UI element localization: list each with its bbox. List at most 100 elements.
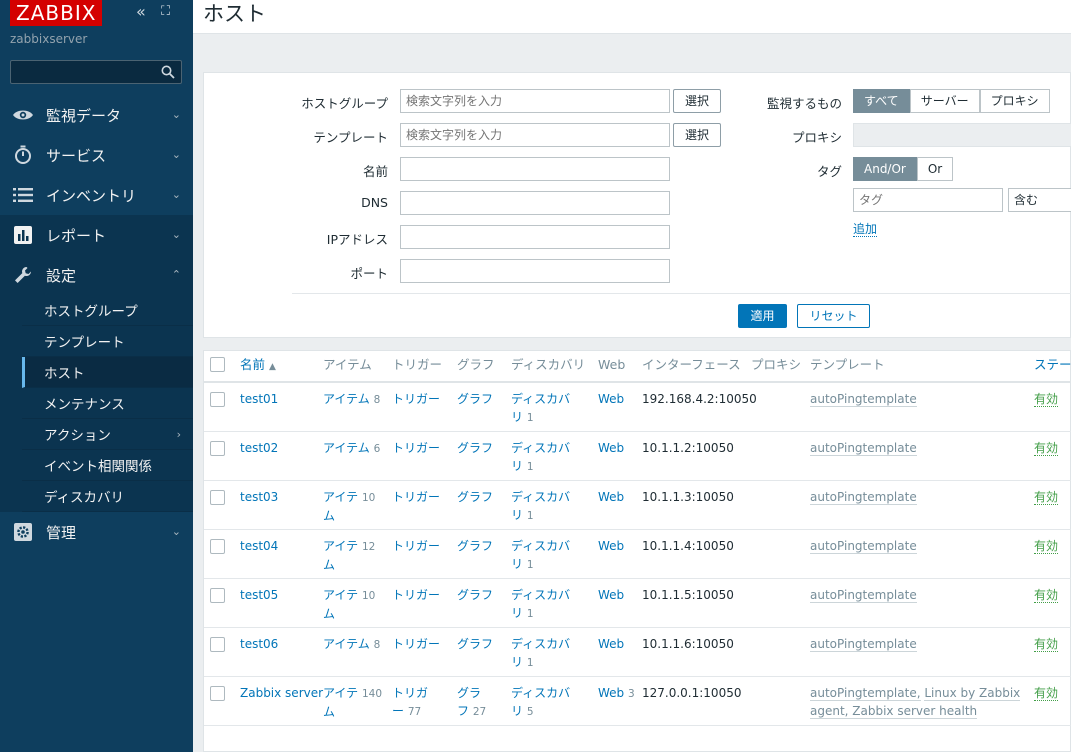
status-badge[interactable]: 有効 xyxy=(1034,392,1059,407)
submenu-item-event-correlation[interactable]: イベント相関関係 xyxy=(22,450,193,481)
menu-item-inventory[interactable]: インベントリ ⌄ xyxy=(0,175,193,215)
host-group-select-button[interactable]: 選択 xyxy=(673,89,721,113)
discovery-link[interactable]: ディスカバ xyxy=(511,588,570,602)
menu-item-configuration[interactable]: 設定 ⌃ xyxy=(0,255,193,295)
items-link[interactable]: アイテム 6 xyxy=(323,441,380,455)
kiosk-mode-icon[interactable]: ⛶ xyxy=(161,4,170,20)
select-all-checkbox[interactable] xyxy=(210,357,225,372)
triggers-link[interactable]: トリガー xyxy=(392,637,440,651)
status-badge[interactable]: 有効 xyxy=(1034,441,1059,456)
triggers-link[interactable]: トリガー xyxy=(392,441,440,455)
items-link[interactable]: アイテ 10 xyxy=(323,490,375,504)
monitored-by-server[interactable]: サーバー xyxy=(909,89,980,113)
web-link[interactable]: Web xyxy=(598,441,624,455)
host-group-input[interactable] xyxy=(400,89,670,113)
graphs-link[interactable]: グラ xyxy=(457,686,481,700)
items-link[interactable]: アイテ 140 xyxy=(323,686,382,700)
discovery-link[interactable]: ディスカバ xyxy=(511,686,570,700)
menu-item-reports[interactable]: レポート ⌄ xyxy=(0,215,193,255)
menu-item-monitoring[interactable]: 監視データ ⌄ xyxy=(0,95,193,135)
web-link[interactable]: Web xyxy=(598,588,624,602)
port-input[interactable] xyxy=(400,259,670,283)
template-link[interactable]: autoPingtemplate xyxy=(810,637,917,652)
apply-button[interactable]: 適用 xyxy=(738,304,787,328)
status-badge[interactable]: 有効 xyxy=(1034,490,1059,505)
web-link[interactable]: Web xyxy=(598,686,624,700)
items-link[interactable]: アイテ 12 xyxy=(323,539,375,553)
template-link[interactable]: autoPingtemplate xyxy=(810,588,917,603)
host-name-link[interactable]: test03 xyxy=(240,490,278,504)
template-link[interactable]: autoPingtemplate xyxy=(810,490,917,505)
discovery-link[interactable]: ディスカバ xyxy=(511,441,570,455)
proxy-field[interactable] xyxy=(853,123,1071,147)
status-badge[interactable]: 有効 xyxy=(1034,588,1059,603)
template-link[interactable]: autoPingtemplate xyxy=(810,539,917,554)
discovery-link[interactable]: ディスカバ xyxy=(511,637,570,651)
tag-operator-select[interactable]: 含む xyxy=(1008,188,1071,212)
header-name[interactable]: 名前 ▲ xyxy=(240,351,276,381)
status-badge[interactable]: 有効 xyxy=(1034,539,1059,554)
submenu-item-hosts[interactable]: ホスト xyxy=(22,357,193,388)
triggers-link[interactable]: トリガ xyxy=(392,686,428,700)
menu-item-administration[interactable]: 管理 ⌄ xyxy=(0,512,193,552)
web-link[interactable]: Web xyxy=(598,490,624,504)
tag-name-input[interactable] xyxy=(853,188,1003,212)
graphs-link[interactable]: グラフ xyxy=(457,637,493,651)
host-name-link[interactable]: test01 xyxy=(240,392,278,406)
web-link[interactable]: Web xyxy=(598,637,624,651)
template-link[interactable]: Linux by Zabbix xyxy=(924,686,1021,701)
submenu-item-maintenance[interactable]: メンテナンス xyxy=(22,388,193,419)
triggers-link[interactable]: トリガー xyxy=(392,392,440,406)
web-link[interactable]: Web xyxy=(598,392,624,406)
template-link[interactable]: autoPingtemplate, xyxy=(810,686,921,701)
zabbix-logo[interactable]: ZABBIX xyxy=(10,0,103,26)
graphs-link[interactable]: グラフ xyxy=(457,588,493,602)
name-input[interactable] xyxy=(400,157,670,181)
row-checkbox[interactable] xyxy=(210,539,225,554)
template-link[interactable]: agent, Zabbix server health xyxy=(810,704,978,719)
add-tag-link[interactable]: 追加 xyxy=(853,222,878,237)
submenu-item-host-groups[interactable]: ホストグループ xyxy=(22,295,193,326)
triggers-link[interactable]: トリガー xyxy=(392,539,440,553)
discovery-link[interactable]: ディスカバ xyxy=(511,392,570,406)
menu-item-services[interactable]: サービス ⌄ xyxy=(0,135,193,175)
template-input[interactable] xyxy=(400,123,670,147)
graphs-link[interactable]: グラフ xyxy=(457,441,493,455)
host-name-link[interactable]: Zabbix server xyxy=(240,686,323,700)
monitored-by-all[interactable]: すべて xyxy=(853,89,910,113)
web-link[interactable]: Web xyxy=(598,539,624,553)
tag-or[interactable]: Or xyxy=(916,157,954,181)
row-checkbox[interactable] xyxy=(210,441,225,456)
row-checkbox[interactable] xyxy=(210,490,225,505)
host-name-link[interactable]: test06 xyxy=(240,637,278,651)
collapse-sidebar-icon[interactable]: « xyxy=(136,4,146,20)
submenu-item-templates[interactable]: テンプレート xyxy=(22,326,193,357)
triggers-link[interactable]: トリガー xyxy=(392,490,440,504)
submenu-item-actions[interactable]: アクション › xyxy=(22,419,193,450)
template-link[interactable]: autoPingtemplate xyxy=(810,441,917,456)
row-checkbox[interactable] xyxy=(210,637,225,652)
graphs-link[interactable]: グラフ xyxy=(457,490,493,504)
status-badge[interactable]: 有効 xyxy=(1034,686,1059,701)
items-link[interactable]: アイテ 10 xyxy=(323,588,375,602)
dns-input[interactable] xyxy=(400,191,670,215)
ip-input[interactable] xyxy=(400,225,670,249)
discovery-link[interactable]: ディスカバ xyxy=(511,490,570,504)
submenu-item-discovery[interactable]: ディスカバリ xyxy=(22,481,193,512)
graphs-link[interactable]: グラフ xyxy=(457,392,493,406)
row-checkbox[interactable] xyxy=(210,686,225,701)
row-checkbox[interactable] xyxy=(210,588,225,603)
items-link[interactable]: アイテム 8 xyxy=(323,392,380,406)
host-name-link[interactable]: test05 xyxy=(240,588,278,602)
host-name-link[interactable]: test02 xyxy=(240,441,278,455)
status-badge[interactable]: 有効 xyxy=(1034,637,1059,652)
search-icon[interactable] xyxy=(161,65,175,79)
discovery-link[interactable]: ディスカバ xyxy=(511,539,570,553)
reset-button[interactable]: リセット xyxy=(797,304,870,328)
items-link[interactable]: アイテム 8 xyxy=(323,637,380,651)
host-name-link[interactable]: test04 xyxy=(240,539,278,553)
template-select-button[interactable]: 選択 xyxy=(673,123,721,147)
graphs-link[interactable]: グラフ xyxy=(457,539,493,553)
tag-and-or[interactable]: And/Or xyxy=(853,157,917,181)
header-status[interactable]: ステータス xyxy=(1034,351,1071,381)
